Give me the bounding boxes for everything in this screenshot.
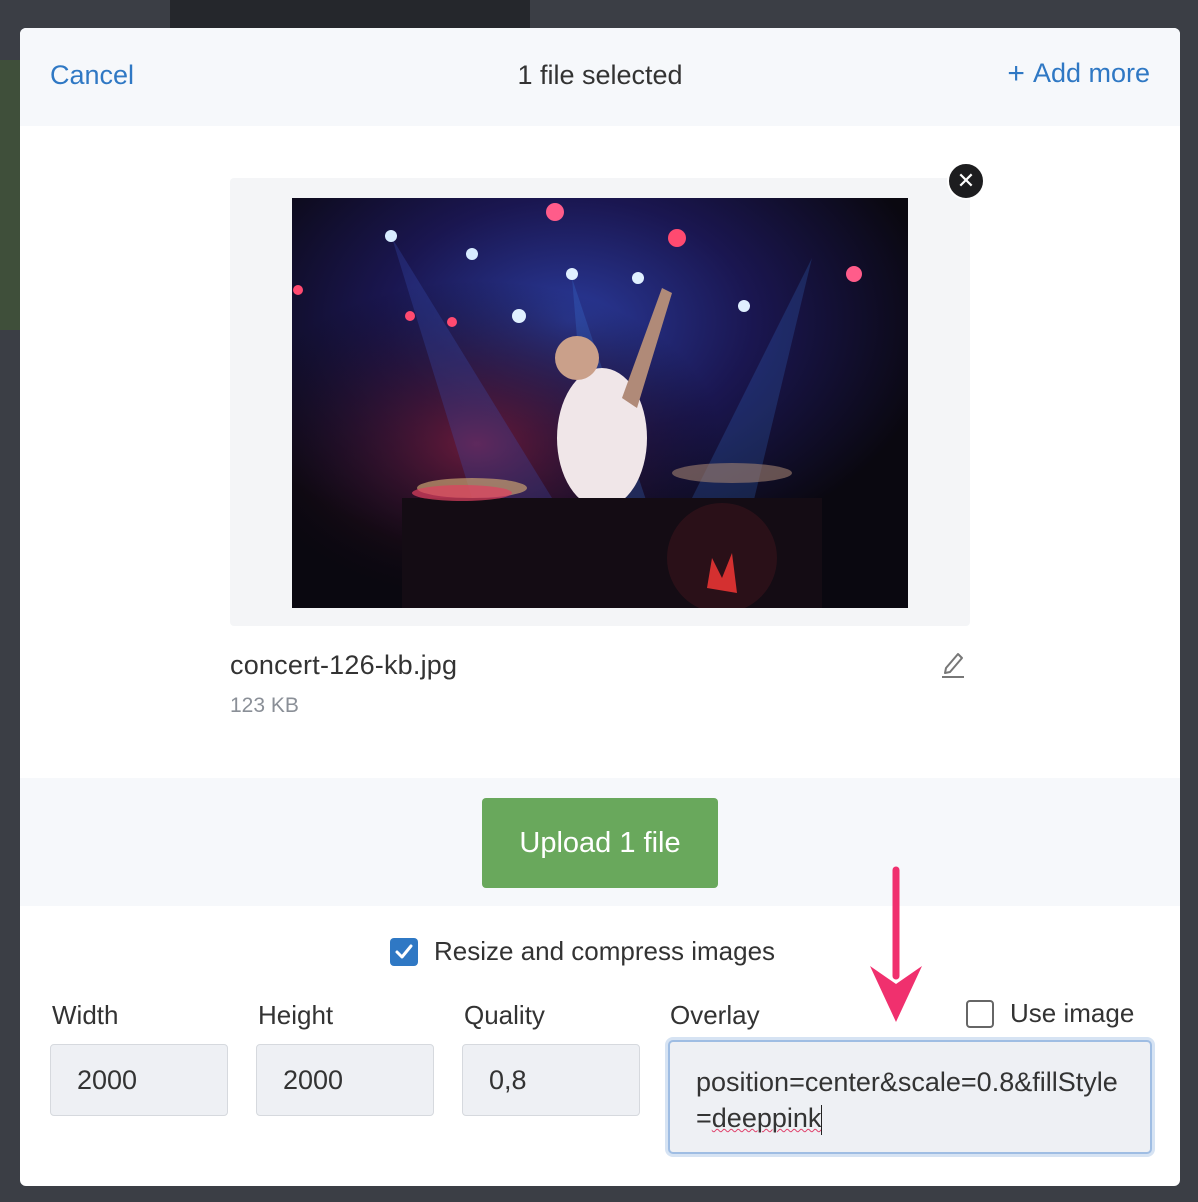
- plus-icon: +: [1007, 56, 1025, 90]
- height-input[interactable]: 2000: [256, 1044, 434, 1116]
- upload-modal: Cancel 1 file selected + Add more ✕ conc…: [20, 28, 1180, 1186]
- close-icon: ✕: [956, 168, 976, 193]
- overlay-text-1: position=center&scale=0.8&fillSt: [696, 1067, 1084, 1097]
- file-name: concert-126-kb.jpg: [230, 650, 458, 680]
- modal-title: 1 file selected: [517, 60, 683, 90]
- pencil-icon: [942, 653, 964, 678]
- quality-label: Quality: [464, 1000, 545, 1030]
- concert-photo: [292, 198, 908, 608]
- file-preview-card: [230, 178, 970, 626]
- height-label: Height: [258, 1000, 334, 1030]
- resize-option: Resize and compress images: [390, 936, 775, 967]
- background-edge: [0, 60, 20, 330]
- overlay-label: Overlay: [670, 1000, 760, 1030]
- resize-label: Resize and compress images: [434, 936, 776, 966]
- use-image-option: Use image: [966, 998, 1134, 1029]
- resize-checkbox[interactable]: [390, 937, 418, 966]
- width-input[interactable]: 2000: [50, 1044, 228, 1116]
- checkmark-icon: [395, 944, 413, 958]
- add-more-label: Add more: [1032, 58, 1150, 88]
- background-strip: [170, 0, 530, 28]
- upload-button[interactable]: Upload 1 file: [482, 798, 718, 888]
- remove-file-button[interactable]: ✕: [947, 162, 985, 200]
- upload-section: Upload 1 file: [20, 778, 1180, 906]
- text-caret: [821, 1104, 823, 1135]
- file-size: 123 KB: [230, 694, 299, 717]
- overlay-input[interactable]: position=center&scale=0.8&fillStyle=deep…: [668, 1040, 1152, 1154]
- add-more-button[interactable]: + Add more: [1007, 58, 1150, 89]
- modal-header: Cancel 1 file selected + Add more: [20, 28, 1180, 126]
- width-label: Width: [52, 1000, 119, 1030]
- overlay-text-misspelled: deeppink: [711, 1103, 822, 1133]
- edit-file-button[interactable]: [938, 648, 968, 680]
- use-image-checkbox[interactable]: [966, 999, 994, 1028]
- annotation-arrow-icon: [870, 866, 922, 1022]
- use-image-label: Use image: [1010, 998, 1135, 1028]
- quality-input[interactable]: 0,8: [462, 1044, 640, 1116]
- file-thumbnail: [292, 198, 908, 608]
